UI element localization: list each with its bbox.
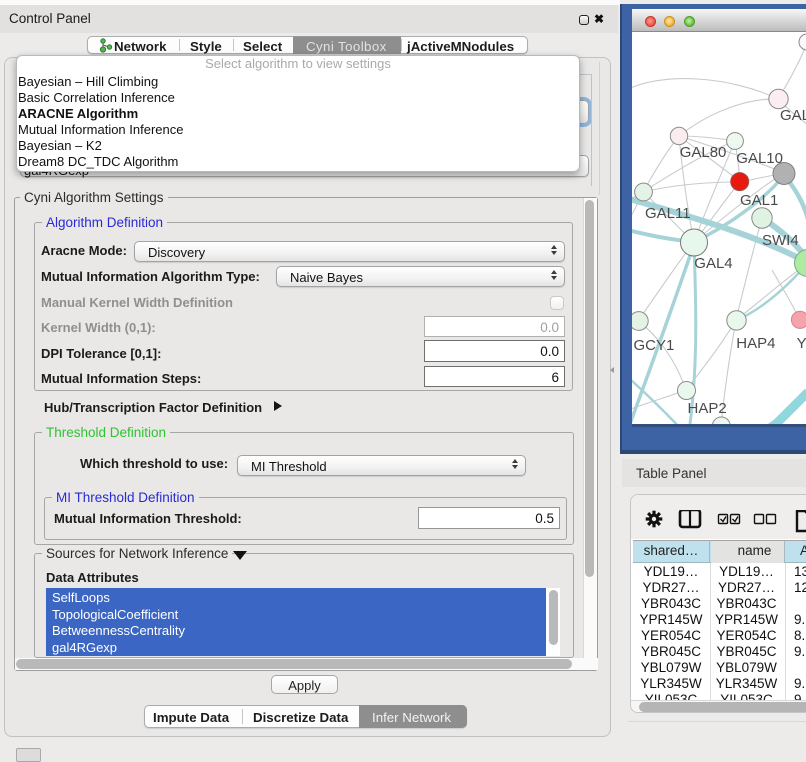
svg-text:HAP4: HAP4	[736, 335, 775, 352]
svg-text:GAL: GAL	[780, 107, 806, 124]
svg-text:HAP2: HAP2	[688, 400, 727, 417]
svg-text:GAL10: GAL10	[736, 150, 783, 167]
svg-text:GAL80: GAL80	[680, 144, 727, 161]
svg-text:GAL11: GAL11	[645, 205, 691, 222]
svg-text:SWI4: SWI4	[762, 232, 799, 249]
svg-text:GAL4: GAL4	[694, 255, 732, 272]
svg-text:Y: Y	[797, 335, 806, 352]
svg-text:GCY1: GCY1	[634, 337, 675, 354]
svg-text:GAL1: GAL1	[740, 192, 778, 209]
